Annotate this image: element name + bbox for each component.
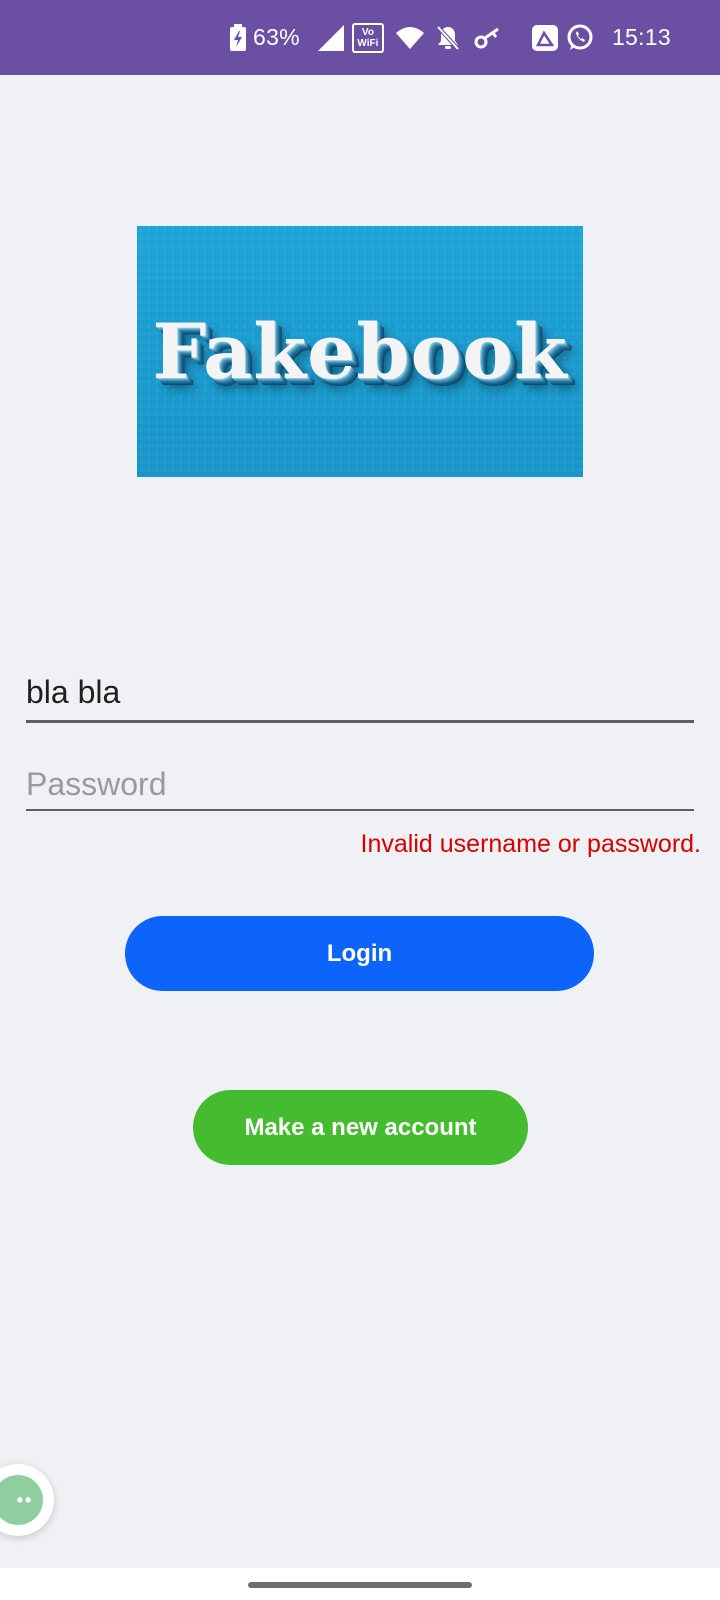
make-new-account-button[interactable]: Make a new account xyxy=(193,1090,528,1165)
status-bar: 63% Vo WiFi 15:13 xyxy=(0,0,720,75)
username-input-value[interactable]: bla bla xyxy=(26,674,120,711)
password-underline xyxy=(26,809,694,811)
error-message: Invalid username or password. xyxy=(360,830,701,858)
gesture-handle[interactable] xyxy=(248,1582,472,1588)
key-icon xyxy=(474,27,502,49)
navigation-bar xyxy=(0,1568,720,1600)
login-button[interactable]: Login xyxy=(125,916,594,991)
status-bar-left-cluster: 63% Vo WiFi 15:13 xyxy=(229,0,671,75)
more-dots-icon: •• xyxy=(0,1475,43,1525)
login-button-label: Login xyxy=(326,939,393,967)
password-field[interactable]: Password xyxy=(26,762,694,814)
gallery-icon xyxy=(531,24,558,51)
battery-charging-icon xyxy=(229,23,247,52)
battery-percentage: 63% xyxy=(253,24,300,50)
fakebook-logo: Fakebook xyxy=(137,226,583,477)
mute-icon xyxy=(436,25,460,51)
username-underline xyxy=(26,720,694,723)
password-placeholder[interactable]: Password xyxy=(26,766,167,803)
wifi-icon xyxy=(395,26,424,49)
make-new-account-label: Make a new account xyxy=(244,1113,477,1141)
logo-text: Fakebook xyxy=(152,307,568,396)
vowifi-icon: Vo WiFi xyxy=(351,22,384,53)
whatsapp-icon xyxy=(566,24,594,52)
username-field[interactable]: bla bla xyxy=(26,672,694,724)
floating-chat-bubble[interactable]: •• xyxy=(0,1464,54,1536)
clock: 15:13 xyxy=(611,24,671,50)
signal-icon xyxy=(317,24,344,51)
